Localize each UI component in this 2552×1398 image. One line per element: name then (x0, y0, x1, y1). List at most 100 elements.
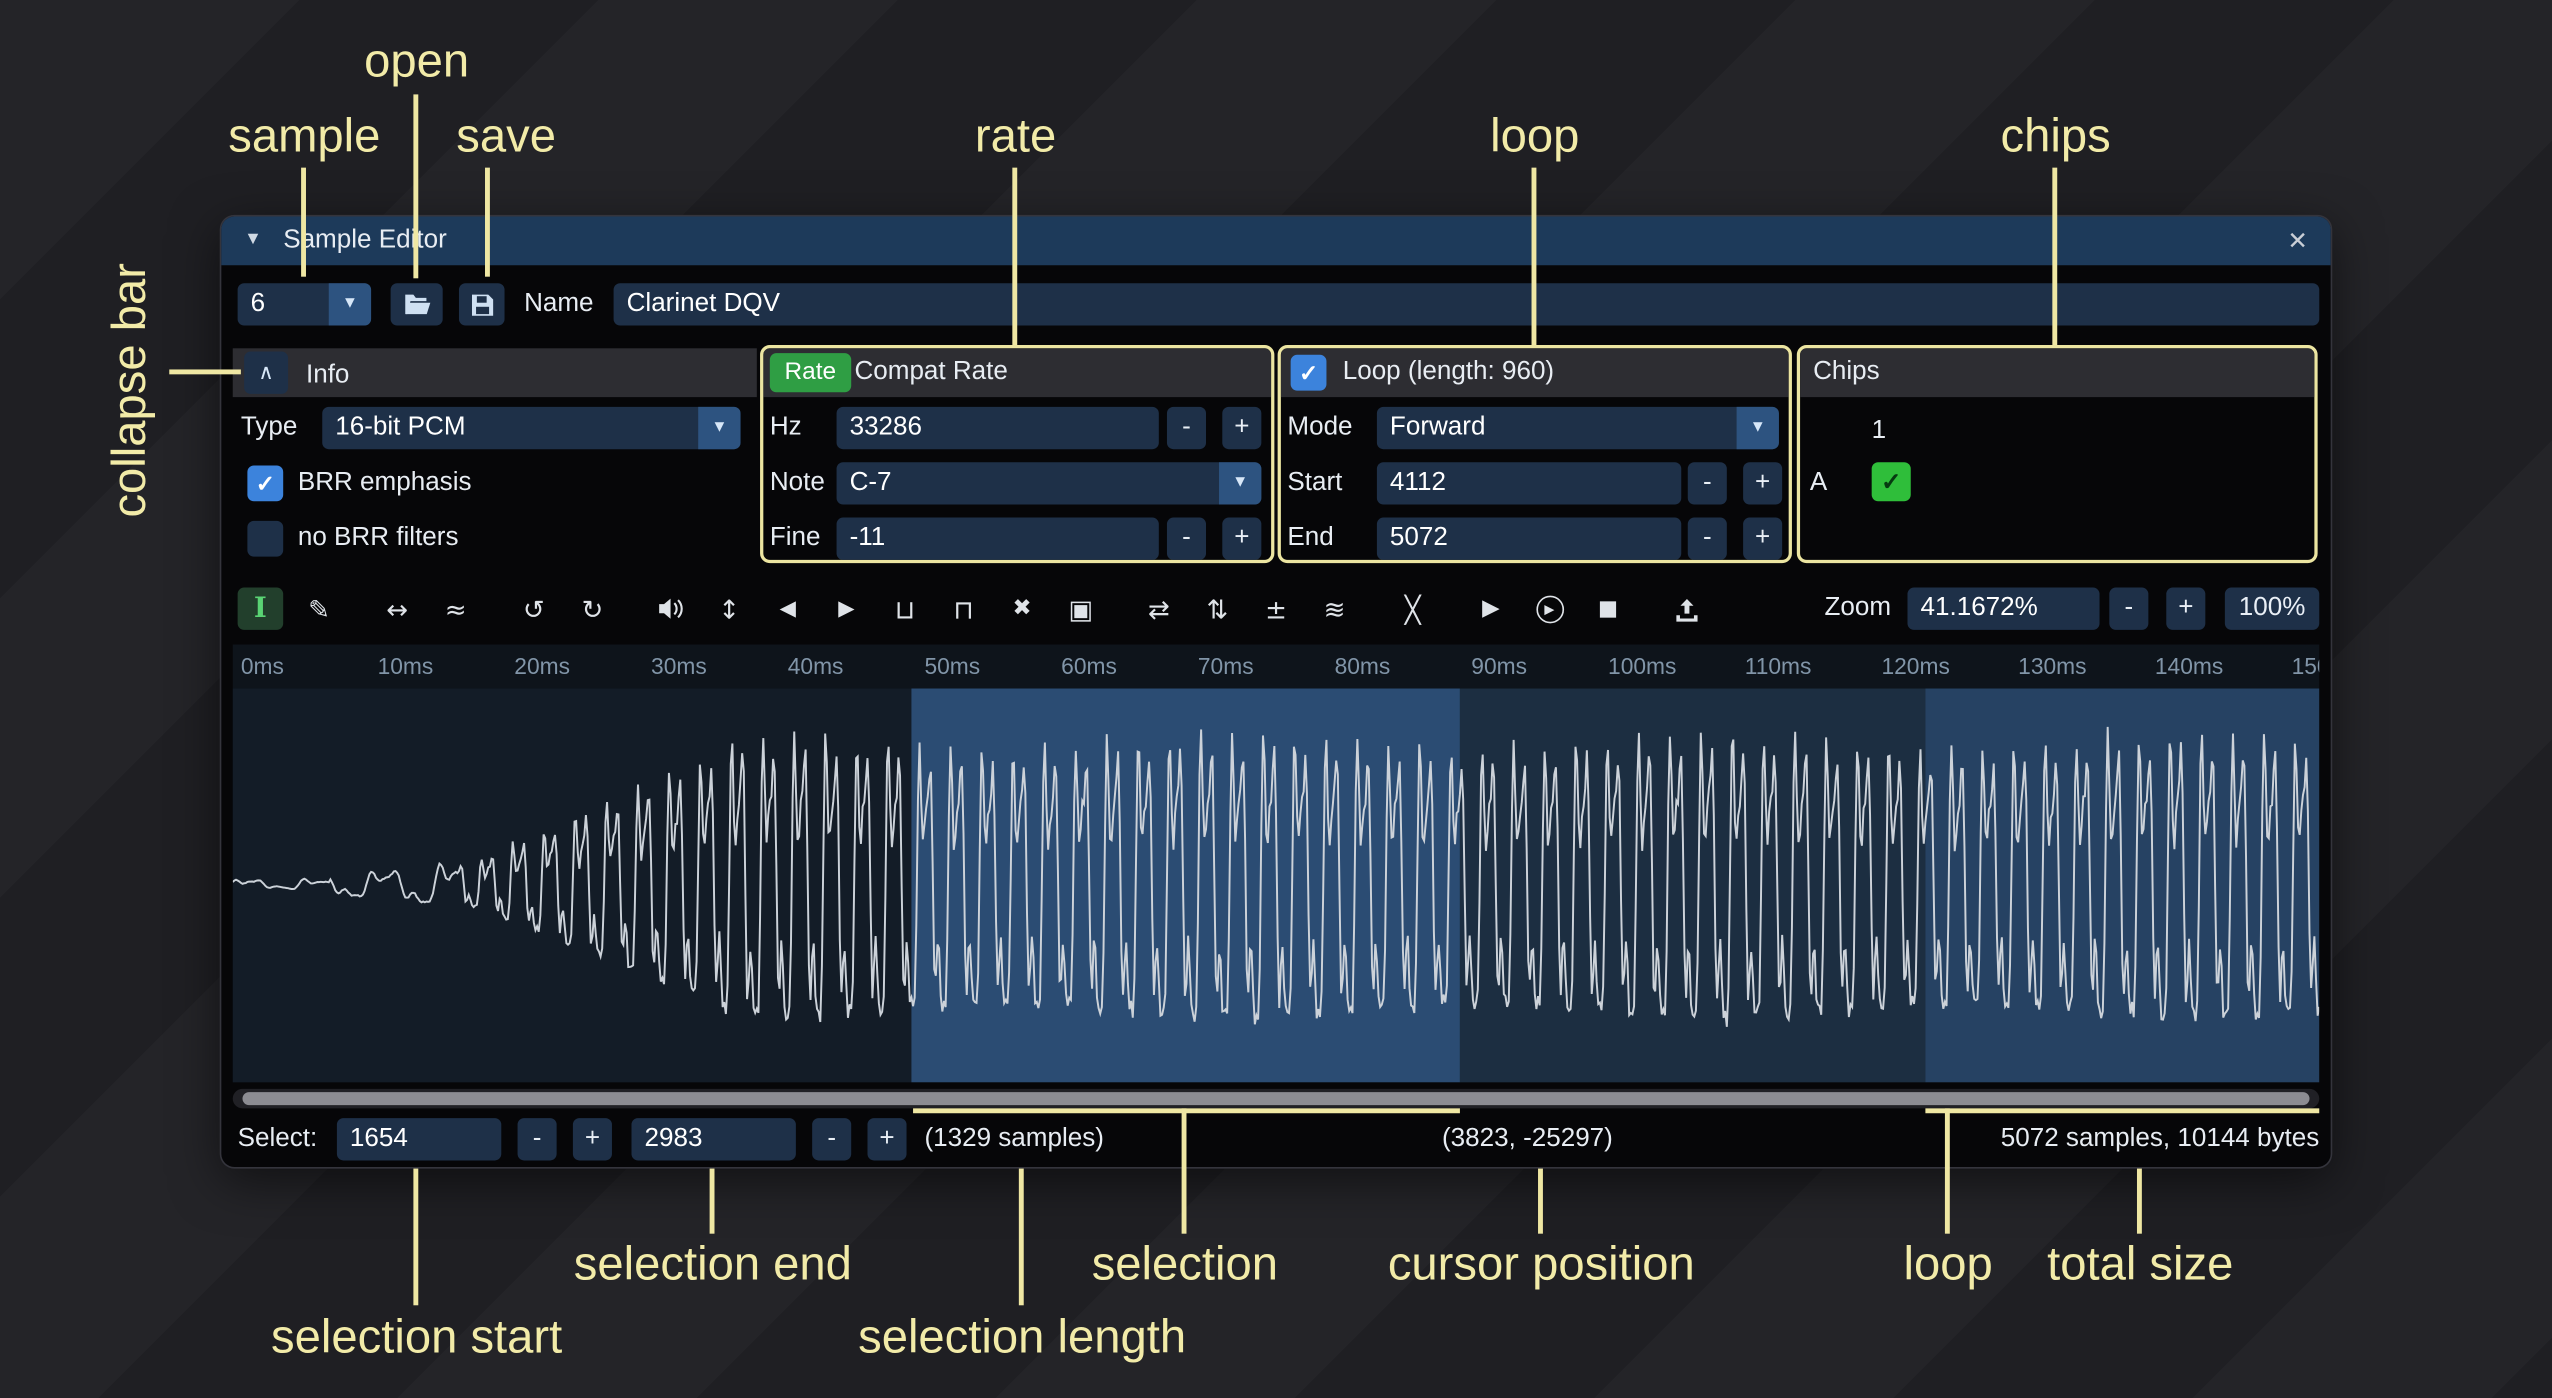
preview-button[interactable]: ▶ (1468, 588, 1514, 630)
crossfade-loop-button[interactable]: ╳ (1390, 588, 1436, 630)
resize-button[interactable]: ↔ (374, 588, 420, 630)
loop-start-input[interactable]: 4112 (1377, 462, 1681, 504)
chevron-down-icon[interactable]: ▼ (329, 283, 371, 325)
delete-button[interactable]: ✖ (999, 588, 1045, 630)
annotation-cursor-position: cursor position (1388, 1239, 1695, 1293)
loop-mode-dropdown[interactable]: Forward ▼ (1377, 407, 1779, 449)
chevron-down-icon[interactable]: ▼ (698, 407, 740, 449)
selection-end-value: 2983 (645, 1125, 703, 1153)
select-tool-button[interactable]: I (238, 588, 284, 630)
hz-minus-button[interactable]: - (1167, 407, 1206, 449)
fine-minus-button[interactable]: - (1167, 518, 1206, 560)
annotation-line-chips (2052, 168, 2057, 345)
chip-enable-toggle[interactable]: ✓ (1872, 462, 1911, 501)
horizontal-scrollbar[interactable] (233, 1089, 2320, 1109)
loop-start-minus-button[interactable]: - (1688, 462, 1727, 504)
loop-start-plus-button[interactable]: + (1743, 462, 1782, 504)
note-dropdown[interactable]: C-7 ▼ (837, 462, 1262, 504)
selection-end-plus-button[interactable]: + (867, 1118, 906, 1160)
zoom-in-button[interactable]: + (2166, 588, 2205, 630)
rate-badge[interactable]: Rate (770, 353, 851, 392)
loop-enable-checkbox[interactable]: ✓ (1291, 355, 1327, 391)
undo-icon: ↺ (523, 593, 545, 624)
zoom-value: 41.1672% (1921, 594, 2038, 622)
loop-mode-value: Forward (1390, 413, 1486, 441)
insert-silence-icon: ⊔ (895, 593, 915, 624)
annotation-total-size: total size (2047, 1239, 2233, 1293)
selection-start-plus-button[interactable]: + (573, 1118, 612, 1160)
loop-end-plus-button[interactable]: + (1743, 518, 1782, 560)
window-collapse-icon[interactable]: ▼ (244, 231, 262, 249)
zoom-reset-button[interactable]: 100% (2225, 588, 2319, 630)
waveform-display[interactable] (233, 688, 2320, 1082)
save-button[interactable] (459, 283, 505, 325)
draw-tool-button[interactable]: ✎ (296, 588, 342, 630)
collapse-bar-button[interactable]: ∧ (244, 352, 288, 394)
open-button[interactable] (391, 283, 443, 325)
zoom-out-button[interactable]: - (2109, 588, 2148, 630)
annotation-chips: chips (2001, 111, 2111, 165)
chips-panel: Chips 1 A ✓ (1797, 345, 2318, 563)
annotation-line-sample (301, 168, 306, 277)
hz-plus-button[interactable]: + (1222, 407, 1261, 449)
loop-end-input[interactable]: 5072 (1377, 518, 1681, 560)
reverse-button[interactable]: ⇄ (1136, 588, 1182, 630)
fade-in-button[interactable]: ◀ (765, 588, 811, 630)
name-label: Name (524, 283, 593, 325)
sample-toolbar: I ✎ ↔ ≈ ↺ ↻ ↕ ◀ ▶ ⊔ ⊓ ✖ ▣ ⇄ ⇅ ± ≋ (238, 584, 1709, 633)
selection-start-input[interactable]: 1654 (337, 1118, 501, 1160)
annotation-bracket-loop (1925, 1108, 2319, 1113)
time-ruler: 0ms 10ms 20ms 30ms 40ms 50ms 60ms 70ms 8… (233, 645, 2320, 689)
loop-end-label: End (1287, 518, 1333, 560)
apply-silence-button[interactable]: ⊓ (941, 588, 987, 630)
type-dropdown[interactable]: 16-bit PCM ▼ (322, 407, 740, 449)
normalize-button[interactable]: ↕ (706, 588, 752, 630)
annotation-selection: selection (1092, 1239, 1278, 1293)
sample-number-dropdown[interactable]: 6 ▼ (238, 283, 371, 325)
selection-end-minus-button[interactable]: - (812, 1118, 851, 1160)
fade-out-button[interactable]: ▶ (824, 588, 870, 630)
ruler-tick: 40ms (788, 653, 844, 679)
annotation-line-save (485, 168, 490, 277)
scrollbar-handle[interactable] (243, 1092, 2310, 1105)
selection-end-input[interactable]: 2983 (631, 1118, 795, 1160)
zoom-input[interactable]: 41.1672% (1907, 588, 2099, 630)
select-label: Select: (238, 1118, 318, 1160)
fine-input[interactable]: -11 (837, 518, 1159, 560)
name-input[interactable]: Clarinet DQV (614, 283, 2320, 325)
brr-emphasis-checkbox[interactable]: ✓ (247, 465, 283, 501)
close-icon[interactable]: ✕ (2287, 226, 2307, 255)
type-value: 16-bit PCM (335, 413, 465, 441)
undo-button[interactable]: ↺ (511, 588, 557, 630)
select-icon: I (254, 592, 267, 625)
resize-icon: ↔ (386, 593, 408, 624)
ruler-tick: 140ms (2155, 653, 2223, 679)
redo-button[interactable]: ↻ (570, 588, 616, 630)
chevron-down-icon[interactable]: ▼ (1219, 462, 1261, 504)
insert-silence-button[interactable]: ⊔ (882, 588, 928, 630)
ruler-tick: 0ms (241, 653, 284, 679)
no-brr-filters-checkbox[interactable] (247, 521, 283, 557)
loop-end-minus-button[interactable]: - (1688, 518, 1727, 560)
invert-button[interactable]: ⇅ (1195, 588, 1241, 630)
stop-button[interactable]: ■ (1585, 588, 1631, 630)
chip-number: 1 (1872, 410, 1886, 452)
pencil-icon: ✎ (308, 593, 330, 624)
resample-button[interactable]: ≈ (433, 588, 479, 630)
sign-button[interactable]: ± (1253, 588, 1299, 630)
filter-button[interactable]: ≋ (1312, 588, 1358, 630)
play-cursor-button[interactable]: ▶ (1527, 588, 1573, 630)
cursor-position-text: (3823, -25297) (1442, 1118, 1613, 1160)
no-brr-filters-label: no BRR filters (298, 518, 459, 560)
invert-icon: ⇅ (1206, 593, 1228, 624)
fine-label: Fine (770, 518, 821, 560)
selection-start-minus-button[interactable]: - (518, 1118, 557, 1160)
annotation-line-cursor-position (1538, 1169, 1543, 1234)
hz-input[interactable]: 33286 (837, 407, 1159, 449)
fine-plus-button[interactable]: + (1222, 518, 1261, 560)
amplify-button[interactable] (648, 588, 694, 630)
loop-start-value: 4112 (1390, 469, 1446, 497)
create-wavetable-button[interactable] (1663, 588, 1709, 630)
chevron-down-icon[interactable]: ▼ (1737, 407, 1779, 449)
trim-button[interactable]: ▣ (1058, 588, 1104, 630)
